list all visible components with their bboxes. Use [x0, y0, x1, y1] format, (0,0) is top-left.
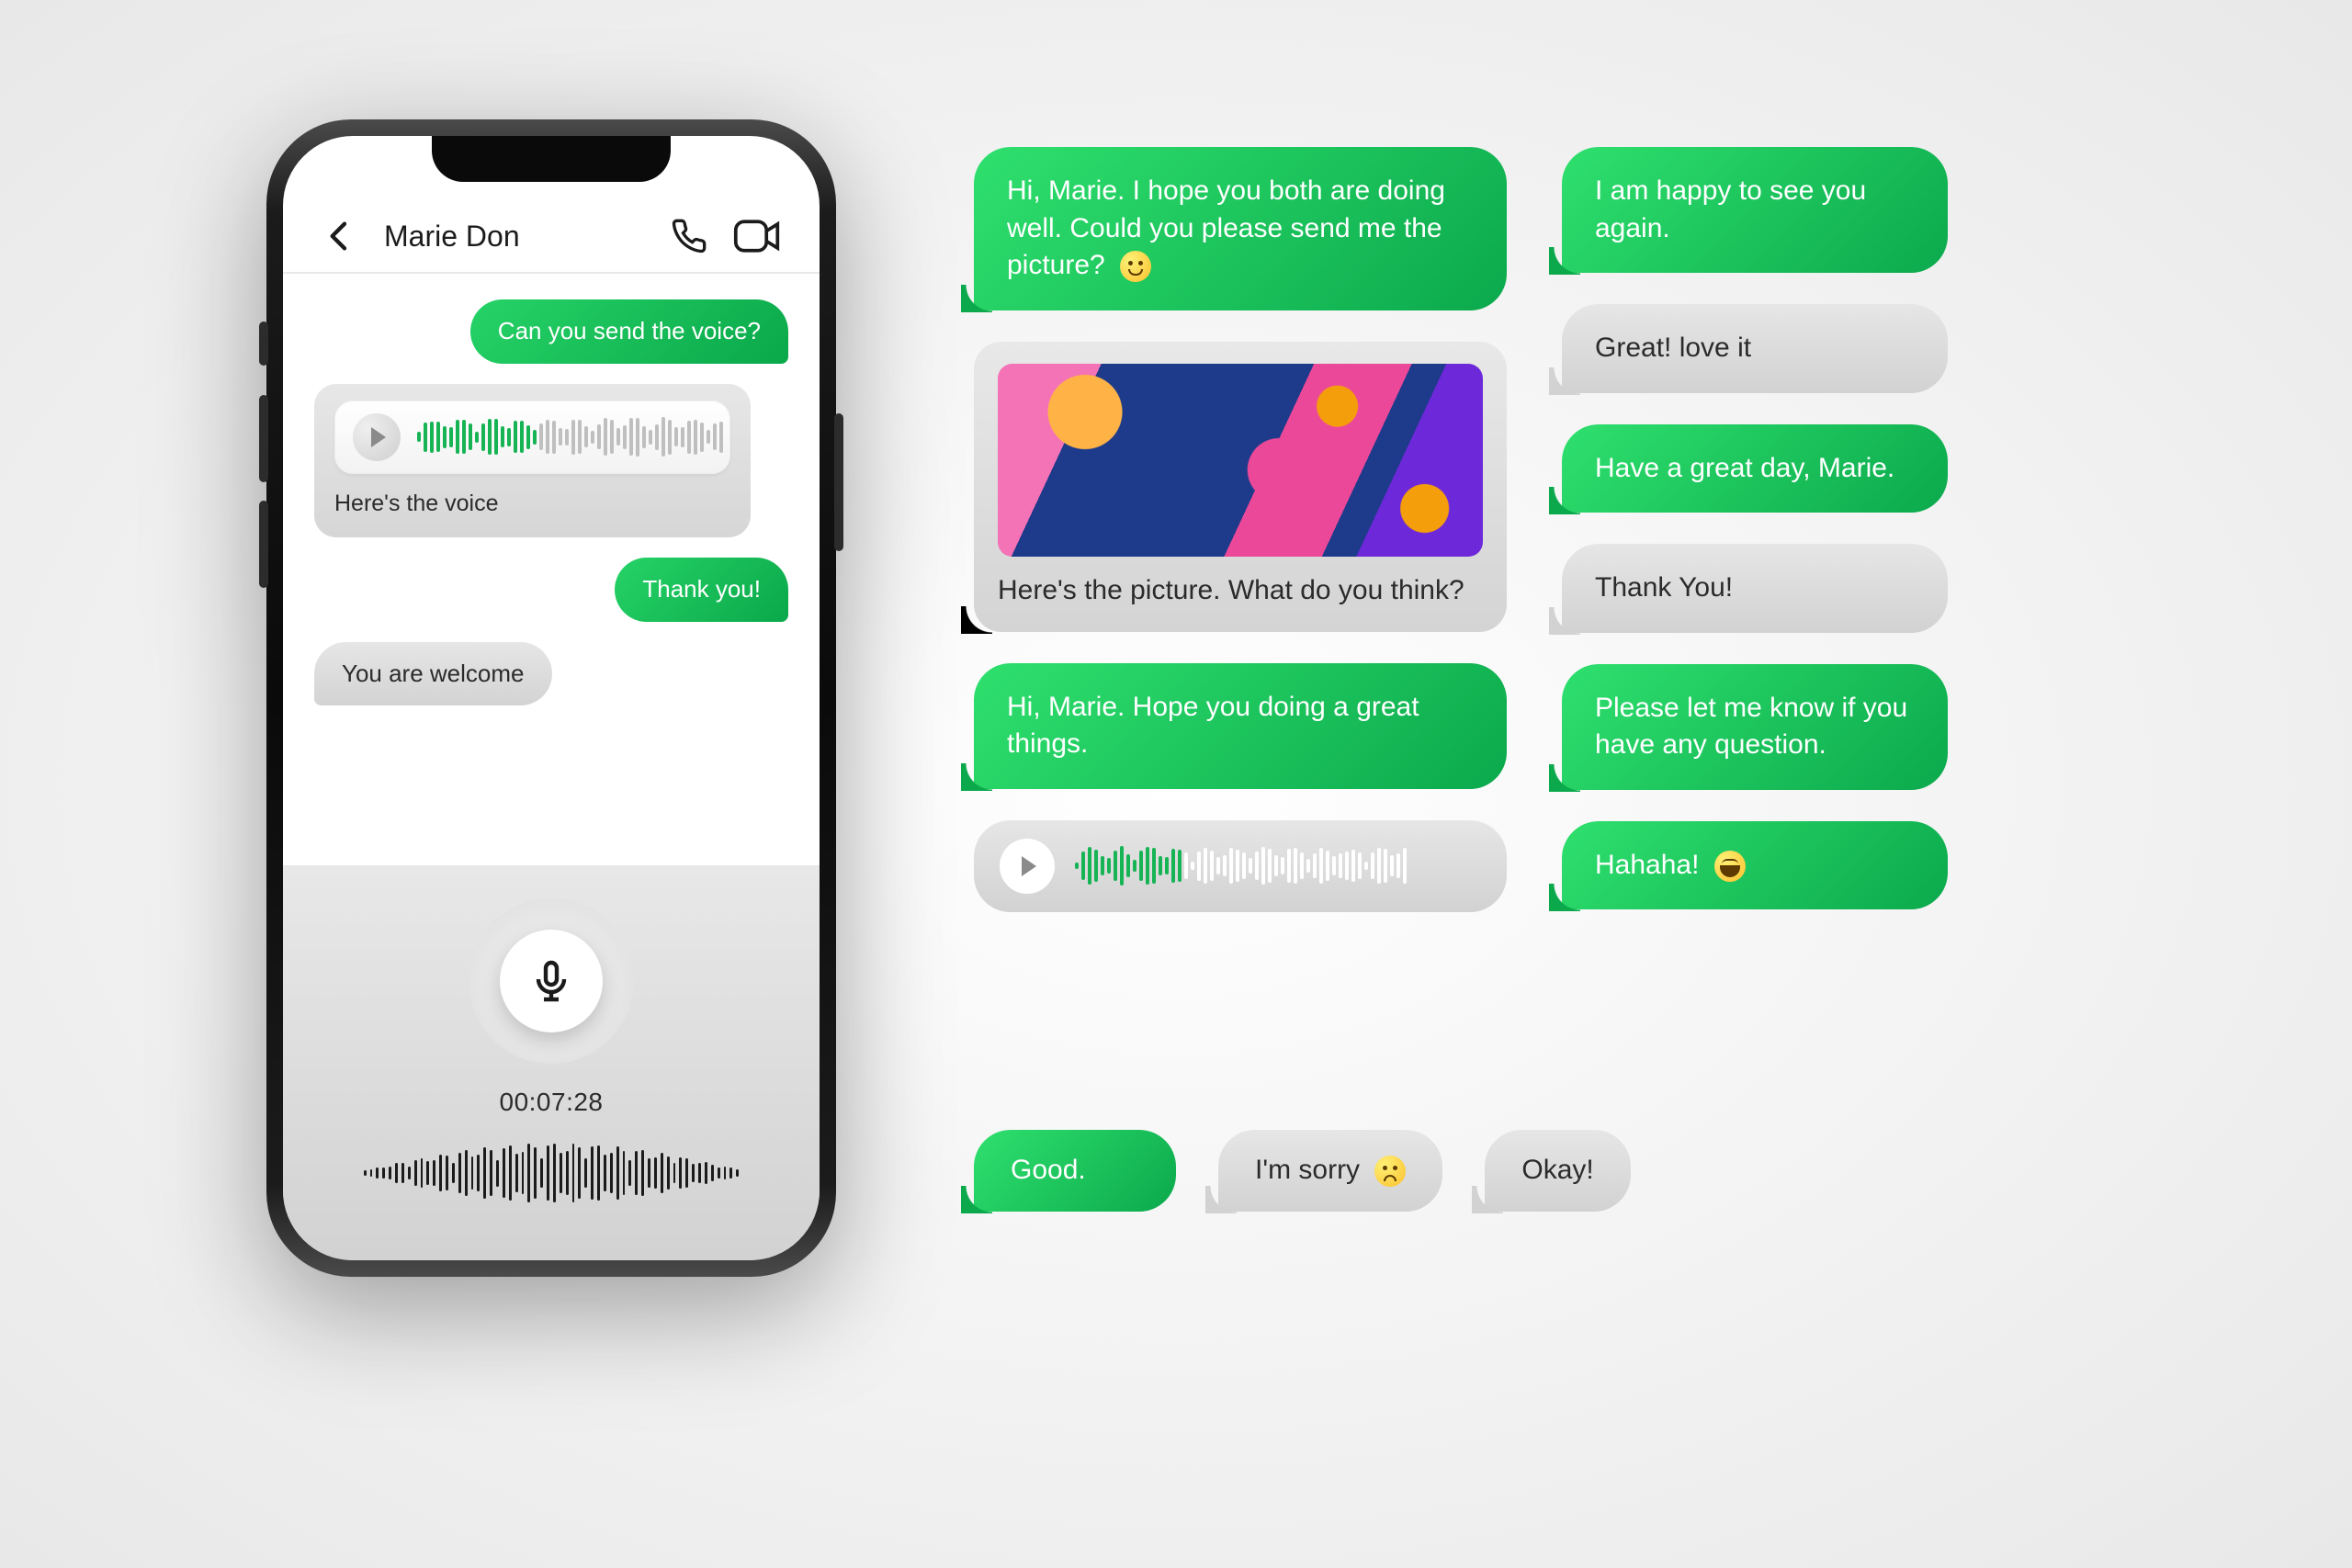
chat-bubble-grey[interactable]: I'm sorry	[1218, 1130, 1442, 1212]
phone-screen: Marie Don Can you send the voice? Here's…	[283, 136, 820, 1260]
mute-switch	[259, 321, 268, 366]
video-call-icon[interactable]	[733, 218, 781, 254]
phone-frame: Marie Don Can you send the voice? Here's…	[266, 119, 836, 1277]
phone-mockup: Marie Don Can you send the voice? Here's…	[266, 119, 836, 1277]
image-caption: Here's the picture. What do you think?	[998, 575, 1483, 606]
chat-bubble-green[interactable]: Hahaha!	[1562, 821, 1948, 910]
voice-caption: Here's the voice	[334, 491, 730, 517]
image-attachment[interactable]	[998, 364, 1483, 557]
sad-emoji-icon	[1374, 1156, 1406, 1187]
chat-bubble-green[interactable]: Good.	[974, 1130, 1176, 1212]
bubble-text: I'm sorry	[1255, 1155, 1360, 1185]
waveform	[417, 416, 723, 458]
waveform	[1075, 840, 1481, 892]
laugh-emoji-icon	[1714, 851, 1746, 882]
microphone-button[interactable]	[500, 930, 603, 1032]
volume-down-button	[259, 501, 268, 588]
power-button	[834, 413, 843, 551]
voice-player[interactable]	[334, 400, 730, 474]
bubble-text: Hi, Marie. Hope you doing a great things…	[1007, 692, 1419, 760]
showcase-column-a: Hi, Marie. I hope you both are doing wel…	[974, 147, 1507, 912]
chat-bubble-green[interactable]: I am happy to see you again.	[1562, 147, 1948, 273]
voice-message-card[interactable]: Here's the voice	[314, 384, 751, 537]
phone-call-icon[interactable]	[671, 218, 707, 254]
smile-emoji-icon	[1120, 251, 1151, 282]
chat-bubble-green[interactable]: Hi, Marie. Hope you doing a great things…	[974, 663, 1507, 789]
play-icon[interactable]	[1000, 839, 1055, 894]
chat-bubble-green[interactable]: Have a great day, Marie.	[1562, 424, 1948, 513]
recording-timer: 00:07:28	[500, 1088, 604, 1117]
chat-bubble-grey[interactable]: Thank You!	[1562, 544, 1948, 633]
back-icon[interactable]	[322, 218, 358, 254]
voice-message-bubble[interactable]	[974, 820, 1507, 912]
chat-bubble-green[interactable]: Hi, Marie. I hope you both are doing wel…	[974, 147, 1507, 310]
phone-notch	[432, 136, 671, 182]
chat-bubble-grey[interactable]: Great! love it	[1562, 304, 1948, 393]
mic-button-halo	[469, 898, 634, 1064]
play-icon[interactable]	[353, 413, 401, 461]
chat-body: Can you send the voice? Here's the voice…	[283, 274, 820, 865]
showcase-bottom-row: Good. I'm sorry Okay!	[974, 1130, 1631, 1212]
message-bubble-sent[interactable]: Can you send the voice?	[470, 299, 788, 364]
message-bubble-sent[interactable]: Thank you!	[615, 558, 788, 622]
chat-bubble-grey[interactable]: Okay!	[1485, 1130, 1630, 1212]
chat-bubble-green[interactable]: Please let me know if you have any quest…	[1562, 664, 1948, 790]
recording-waveform	[364, 1141, 740, 1205]
message-bubble-received[interactable]: You are welcome	[314, 642, 552, 706]
showcase-column-b: I am happy to see you again. Great! love…	[1562, 147, 1948, 912]
voice-record-panel: 00:07:28	[283, 865, 820, 1260]
bubble-text: Hi, Marie. I hope you both are doing wel…	[1007, 175, 1445, 280]
volume-up-button	[259, 395, 268, 482]
image-message-card[interactable]: Here's the picture. What do you think?	[974, 342, 1507, 632]
bubble-text: Hahaha!	[1595, 850, 1699, 880]
bubble-showcase: Hi, Marie. I hope you both are doing wel…	[974, 147, 2113, 912]
contact-name: Marie Don	[384, 220, 645, 254]
